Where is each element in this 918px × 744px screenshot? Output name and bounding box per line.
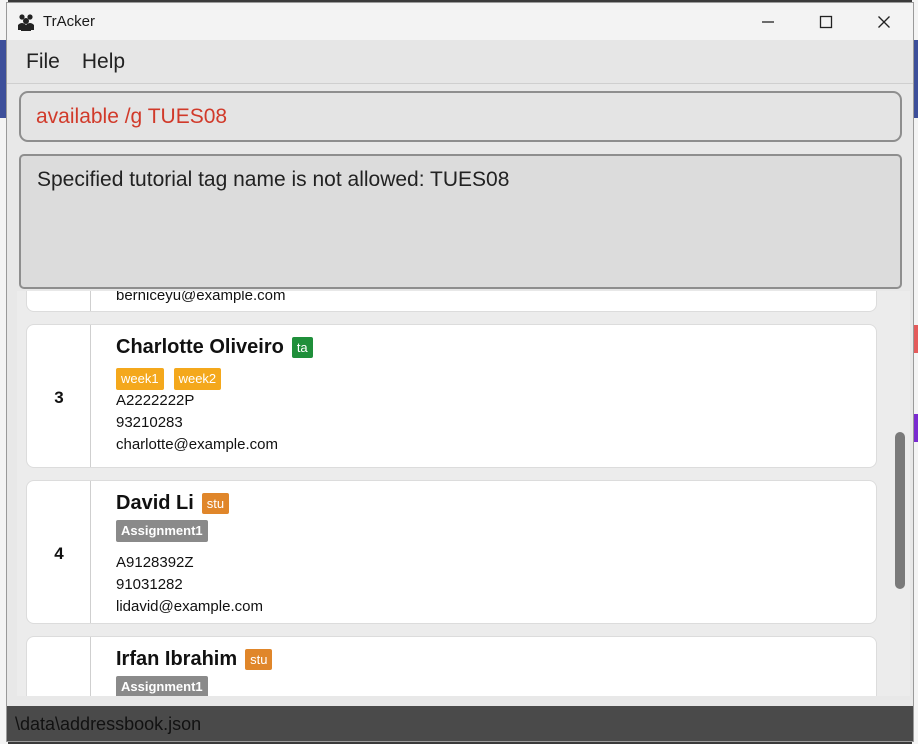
person-name: Charlotte Oliveiro xyxy=(116,335,284,358)
person-email: berniceyu@example.com xyxy=(116,291,286,304)
maximize-icon xyxy=(819,15,833,28)
result-display[interactable]: Specified tutorial tag name is not allow… xyxy=(19,154,902,289)
person-id: A9128392Z xyxy=(116,554,194,571)
title-bar[interactable]: TrAcker xyxy=(7,3,913,40)
maximize-button[interactable] xyxy=(797,3,855,40)
role-badge: stu xyxy=(201,492,230,514)
tag: Assignment1 xyxy=(116,520,208,542)
scrollbar-thumb[interactable] xyxy=(895,432,905,589)
command-input[interactable]: available /g TUES08 xyxy=(19,91,902,142)
tag: week2 xyxy=(173,368,222,390)
person-phone: 91031282 xyxy=(116,576,183,593)
minimize-button[interactable] xyxy=(739,3,797,40)
tag: Assignment1 xyxy=(116,676,208,696)
person-list[interactable]: berniceyu@example.com 3 Charlotte Olivei… xyxy=(17,291,910,696)
role-badge: stu xyxy=(245,648,273,670)
status-bar: \data\addressbook.json xyxy=(7,706,913,741)
users-icon xyxy=(18,13,34,31)
person-index: 4 xyxy=(54,544,64,563)
tracker-window: TrAcker File Help available /g TUES08 Sp… xyxy=(6,2,914,742)
person-phone: 93210283 xyxy=(116,414,183,431)
person-id: A2222222P xyxy=(116,392,195,409)
command-text: available /g TUES08 xyxy=(36,104,228,128)
person-name: David Li xyxy=(116,491,194,514)
save-location: \data\addressbook.json xyxy=(15,714,202,734)
person-name: Irfan Ibrahim xyxy=(116,647,238,670)
person-email: charlotte@example.com xyxy=(116,436,278,453)
menu-help[interactable]: Help xyxy=(82,50,125,74)
result-message: Specified tutorial tag name is not allow… xyxy=(37,168,510,191)
close-button[interactable] xyxy=(855,3,913,40)
person-card[interactable]: 3 Charlotte Oliveiro ta week1 week2 A222… xyxy=(26,324,877,468)
person-card[interactable]: Irfan Ibrahim stu Assignment1 xyxy=(26,636,877,696)
person-card[interactable]: 4 David Li stu Assignment1 A9128392Z 910… xyxy=(26,480,877,624)
tag: week1 xyxy=(116,368,164,390)
window-controls xyxy=(739,3,913,40)
person-email: lidavid@example.com xyxy=(116,598,263,615)
window-title: TrAcker xyxy=(43,13,95,30)
menu-file[interactable]: File xyxy=(26,50,60,74)
close-icon xyxy=(878,15,890,28)
minimize-icon xyxy=(762,20,774,23)
role-badge: ta xyxy=(291,336,313,358)
person-card[interactable]: berniceyu@example.com xyxy=(26,291,877,312)
menu-bar: File Help xyxy=(7,40,913,84)
person-index: 3 xyxy=(54,388,64,407)
